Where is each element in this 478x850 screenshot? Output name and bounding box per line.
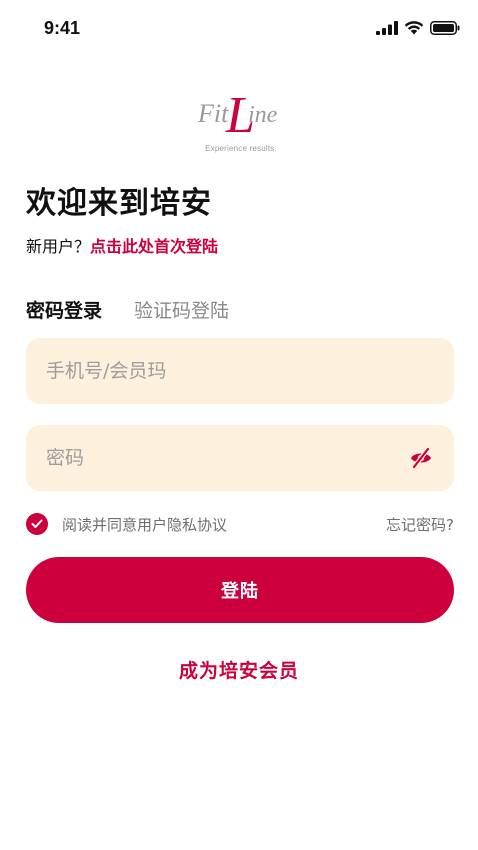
logo-ine-text: ine bbox=[248, 102, 278, 128]
password-field[interactable] bbox=[26, 425, 454, 491]
logo-tagline: Experience results. bbox=[205, 144, 277, 153]
account-input[interactable] bbox=[46, 360, 434, 382]
status-bar: 9:41 bbox=[0, 0, 478, 56]
signup-row: 新用户？点击此处首次登陆 bbox=[26, 233, 218, 257]
login-tabs: 密码登录 验证码登陆 bbox=[26, 296, 229, 323]
become-member-link[interactable]: 成为培安会员 bbox=[0, 656, 478, 683]
tab-code-login[interactable]: 验证码登陆 bbox=[134, 296, 229, 323]
new-user-label: 新用户？ bbox=[26, 237, 91, 256]
tab-password-login[interactable]: 密码登录 bbox=[26, 296, 102, 323]
wifi-icon bbox=[404, 21, 424, 35]
agree-checkbox[interactable] bbox=[26, 513, 48, 535]
password-input[interactable] bbox=[46, 447, 408, 469]
forgot-password-link[interactable]: 忘记密码? bbox=[386, 514, 454, 535]
signal-icon bbox=[376, 20, 398, 35]
login-button[interactable]: 登陆 bbox=[26, 557, 454, 623]
eye-off-icon[interactable] bbox=[408, 445, 434, 471]
privacy-agreement-text[interactable]: 阅读并同意用户隐私协议 bbox=[62, 514, 227, 535]
check-icon bbox=[31, 519, 43, 528]
logo-fit-text: Fit bbox=[197, 99, 229, 128]
page-title: 欢迎来到培安 bbox=[26, 186, 212, 221]
account-field[interactable] bbox=[26, 338, 454, 404]
status-time: 9:41 bbox=[44, 18, 81, 38]
status-icons bbox=[376, 20, 460, 35]
battery-icon bbox=[430, 20, 460, 35]
agreement-row: 阅读并同意用户隐私协议 忘记密码? bbox=[26, 512, 454, 536]
first-login-link[interactable]: 点击此处首次登陆 bbox=[90, 237, 218, 256]
